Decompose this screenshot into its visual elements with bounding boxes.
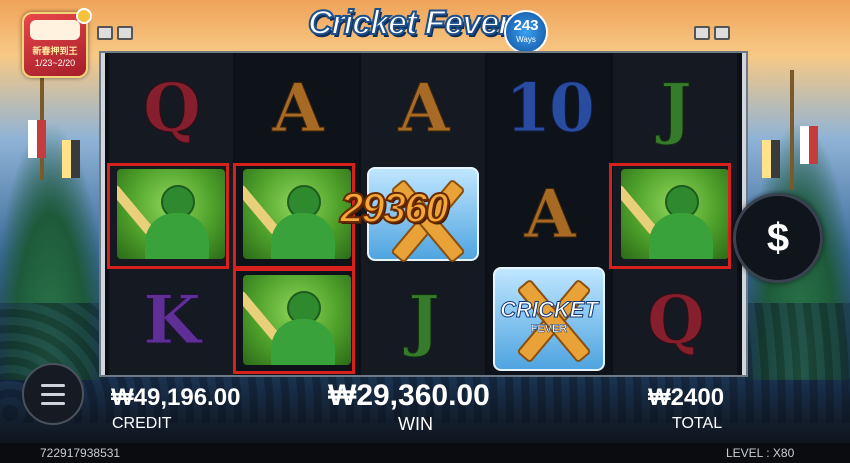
floodlight-icon (714, 26, 730, 40)
wild-title: CRICKET (500, 297, 599, 323)
game-logo: Cricket Fever 243 Ways (307, 3, 548, 54)
footer-bar: 722917938531 LEVEL : X80 (0, 443, 850, 463)
floodlights-right (694, 26, 730, 40)
ways-label: Ways (516, 35, 536, 44)
big-win-amount: 29360 (339, 183, 450, 232)
spin-button[interactable]: $ (733, 193, 823, 283)
floodlight-icon (694, 26, 710, 40)
promo-badge[interactable]: 新春押到王 1/23~2/20 (22, 8, 92, 78)
hamburger-menu-icon (41, 383, 65, 387)
reel-symbol: A (398, 69, 450, 148)
promo-badge-icon (30, 20, 80, 40)
round-id: 722917938531 (40, 446, 121, 460)
reel-symbol: J (660, 69, 692, 148)
floodlight-icon (97, 26, 113, 40)
winning-symbol-frame (233, 268, 355, 374)
floodlight-pole-right (790, 70, 794, 190)
reel-symbol: A (272, 69, 324, 148)
wild-subtitle: FEVER (530, 323, 568, 336)
total-bet-label: TOTAL (672, 415, 723, 432)
reel-symbol: J (408, 281, 440, 360)
level-indicator: LEVEL : X80 (726, 446, 795, 460)
floodlights-left (97, 26, 133, 40)
wild-symbol: CRICKET FEVER (489, 263, 609, 375)
flag-right-2 (800, 126, 818, 164)
reel-symbol: Q (143, 69, 201, 148)
flag-right (762, 140, 780, 178)
winning-symbol-frame (609, 163, 731, 269)
floodlight-icon (117, 26, 133, 40)
ways-number: 243 (513, 17, 539, 34)
win-value: ₩29,360.00 (328, 379, 490, 412)
promo-title: 新春押到王 (32, 46, 78, 56)
wild-crossed-bats-icon: CRICKET FEVER (493, 267, 605, 371)
reel-symbol: A (524, 175, 576, 254)
win-label: WIN (398, 414, 433, 434)
reel-symbol: K (143, 281, 201, 360)
promo-dates: 1/23~2/20 (34, 58, 76, 68)
winning-symbol-frame (107, 163, 229, 269)
logo-title: Cricket Fever (307, 3, 512, 43)
total-bet-value: ₩2400 (648, 384, 725, 411)
reel-symbol: Q (647, 281, 705, 360)
notification-dot-icon (76, 8, 92, 24)
menu-button[interactable] (22, 363, 84, 425)
reel-symbol: 10 (505, 69, 596, 148)
flag-left (28, 120, 46, 158)
ways-badge: 243 Ways (504, 10, 548, 54)
credit-value: ₩49,196.00 (111, 384, 241, 411)
credit-label: CREDIT (112, 415, 172, 432)
flag-left-2 (62, 140, 80, 178)
dollar-icon: $ (766, 215, 790, 260)
winning-symbol-frame (233, 163, 355, 269)
